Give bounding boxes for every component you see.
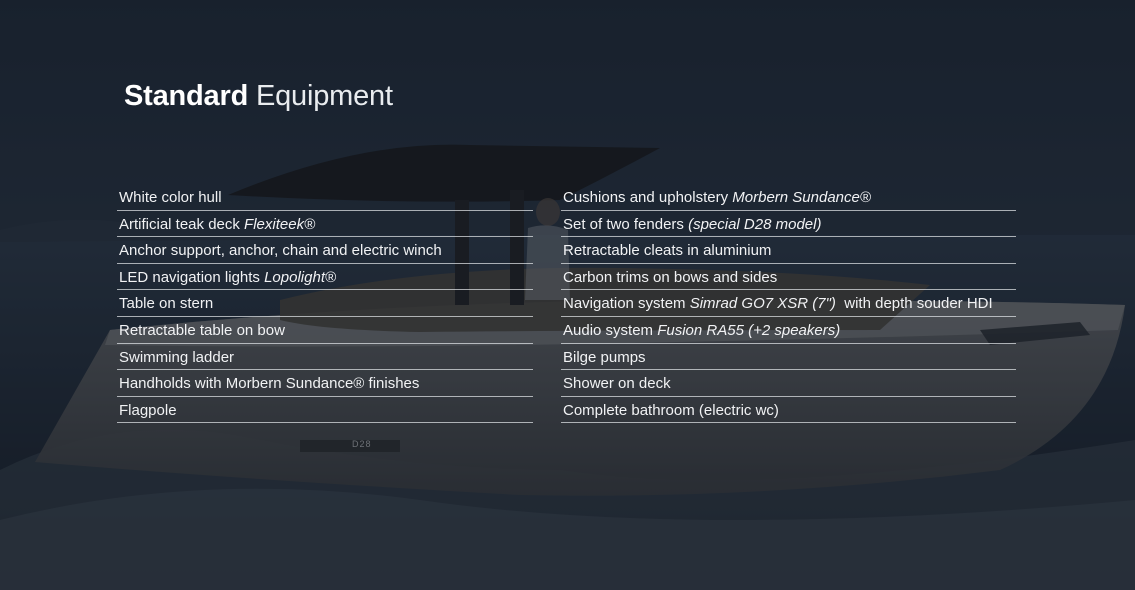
equipment-item: Table on stern [117, 290, 533, 317]
equipment-item: Navigation system Simrad GO7 XSR (7") wi… [561, 290, 1016, 317]
equipment-item: Bilge pumps [561, 344, 1016, 371]
equipment-item: Anchor support, anchor, chain and electr… [117, 237, 533, 264]
equipment-item: Carbon trims on bows and sides [561, 264, 1016, 291]
equipment-item: Shower on deck [561, 370, 1016, 397]
equipment-list-right: Cushions and upholstery Morbern Sundance… [561, 184, 1016, 424]
equipment-item: White color hull [117, 184, 533, 211]
equipment-item: Swimming ladder [117, 344, 533, 371]
equipment-item: Audio system Fusion RA55 (+2 speakers) [561, 317, 1016, 344]
equipment-item: LED navigation lights Lopolight® [117, 264, 533, 291]
equipment-item: Artificial teak deck Flexiteek® [117, 211, 533, 238]
page-title: Standard Equipment [124, 78, 393, 114]
equipment-list-left: White color hull Artificial teak deck Fl… [117, 184, 533, 424]
equipment-item: Flagpole [117, 397, 533, 424]
equipment-item: Complete bathroom (electric wc) [561, 397, 1016, 424]
hull-badge: D28 [352, 439, 372, 449]
equipment-item: Retractable table on bow [117, 317, 533, 344]
title-bold: Standard [124, 80, 249, 112]
equipment-item: Retractable cleats in aluminium [561, 237, 1016, 264]
equipment-item: Cushions and upholstery Morbern Sundance… [561, 184, 1016, 211]
equipment-item: Handholds with Morbern Sundance® finishe… [117, 370, 533, 397]
equipment-item: Set of two fenders (special D28 model) [561, 211, 1016, 238]
title-light: Equipment [255, 80, 393, 112]
